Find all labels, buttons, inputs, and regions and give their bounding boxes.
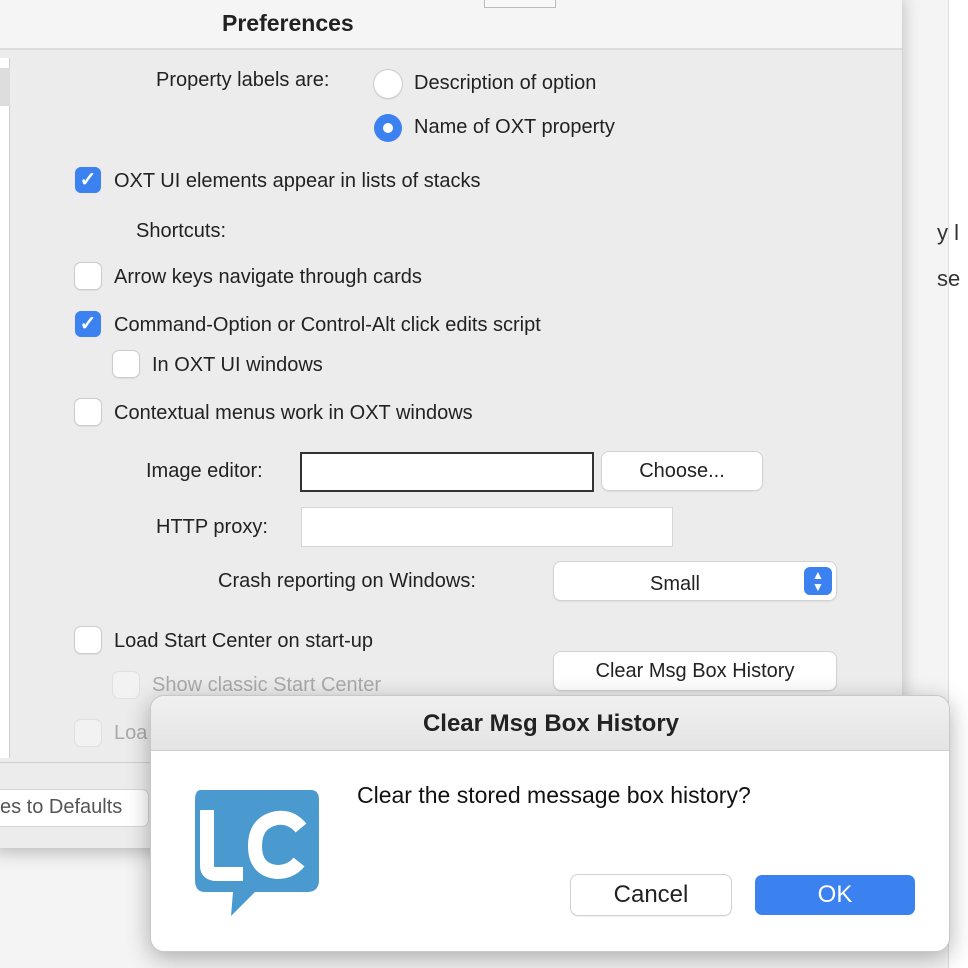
checkbox-cmd-option[interactable]: ✓ [75, 311, 101, 337]
background-window: y l se [937, 0, 968, 968]
crash-reporting-label: Crash reporting on Windows: [218, 570, 476, 592]
checkbox-oxt-ui-label: OXT UI elements appear in lists of stack… [114, 170, 481, 192]
checkbox-cmd-option-label: Command-Option or Control-Alt click edit… [114, 314, 541, 336]
ok-button[interactable]: OK [755, 875, 915, 915]
checkbox-arrow-keys[interactable] [75, 263, 101, 289]
http-proxy-field[interactable] [302, 508, 672, 546]
checkbox-classic-start-center[interactable] [113, 672, 139, 698]
choose-button[interactable]: Choose... [602, 452, 762, 490]
checkbox-in-oxt-ui[interactable] [113, 351, 139, 377]
radio-oxt-name[interactable] [374, 114, 402, 142]
toolbar-tab[interactable] [484, 0, 556, 8]
checkbox-load-start-center-label: Load Start Center on start-up [114, 630, 374, 652]
checkbox-load-partial[interactable] [75, 720, 101, 746]
checkbox-contextual[interactable] [75, 399, 101, 425]
background-text: se [937, 266, 961, 291]
dialog-message: Clear the stored message box history? [357, 782, 751, 808]
property-labels-label: Property labels are: [156, 69, 330, 91]
title-bar [0, 0, 902, 50]
checkbox-oxt-ui[interactable]: ✓ [75, 167, 101, 193]
radio-description-label: Description of option [414, 72, 597, 94]
crash-reporting-value: Small [649, 573, 700, 595]
dialog-title: Clear Msg Box History [422, 710, 680, 737]
window-title: Preferences [222, 10, 354, 36]
crash-reporting-select[interactable]: Small ▲ ▼ [554, 562, 836, 600]
radio-description[interactable] [374, 70, 402, 98]
sidebar-list[interactable] [0, 58, 10, 758]
livecode-logo-icon [195, 790, 319, 916]
image-editor-field[interactable] [300, 452, 594, 492]
checkbox-contextual-label: Contextual menus work in OXT windows [114, 402, 473, 424]
checkbox-load-start-center[interactable] [75, 627, 101, 653]
clear-msg-box-history-button[interactable]: Clear Msg Box History [554, 652, 836, 690]
checkbox-classic-start-center-label: Show classic Start Center [152, 674, 381, 696]
cancel-button[interactable]: Cancel [571, 875, 731, 915]
sidebar-selected-item[interactable] [0, 68, 10, 106]
clear-history-dialog: Clear Msg Box History Clear the stored m… [150, 695, 950, 952]
image-editor-label: Image editor: [146, 460, 263, 482]
http-proxy-label: HTTP proxy: [156, 516, 268, 538]
reset-to-defaults-button[interactable]: es to Defaults [0, 790, 148, 826]
checkbox-load-partial-label: Loa [114, 722, 148, 744]
checkbox-in-oxt-ui-label: In OXT UI windows [152, 354, 323, 376]
checkbox-arrow-keys-label: Arrow keys navigate through cards [114, 266, 422, 288]
shortcuts-label: Shortcuts: [136, 220, 227, 242]
radio-oxt-name-label: Name of OXT property [414, 116, 615, 138]
chevron-up-down-icon: ▲ ▼ [804, 567, 832, 595]
background-text: y l [937, 220, 959, 245]
